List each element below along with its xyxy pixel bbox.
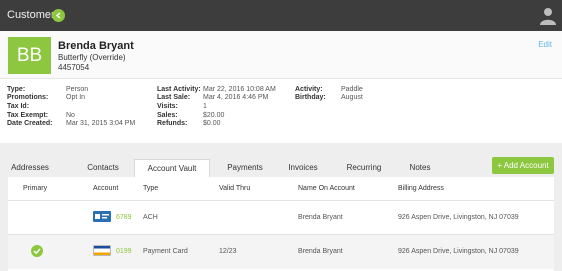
tab-notes[interactable]: Notes xyxy=(400,159,440,177)
account-vault-table: Primary Account Type Valid Thru Name On … xyxy=(8,177,554,271)
tab-payments[interactable]: Payments xyxy=(220,159,270,177)
valid-thru: 12/23 xyxy=(219,248,237,255)
col-type: Type xyxy=(143,185,159,192)
info-label-date-created: Date Created: xyxy=(7,120,53,127)
table-row[interactable]: 0199 Payment Card 12/23 Brenda Bryant 92… xyxy=(8,235,554,269)
info-value-type: Person xyxy=(66,86,89,93)
billing-address: 926 Aspen Drive, Livingston, NJ 07039 xyxy=(398,214,519,221)
info-label-last-sale: Last Sale: xyxy=(157,94,191,101)
info-value-date-created: Mar 31, 2015 3:04 PM xyxy=(66,120,136,127)
info-value-birthday: August xyxy=(341,94,363,101)
top-bar: Customers xyxy=(0,0,562,31)
customer-plan: Butterfly (Override) xyxy=(58,53,126,62)
col-name-on-account: Name On Account xyxy=(298,185,355,192)
tab-addresses[interactable]: Addresses xyxy=(5,159,55,177)
info-label-type: Type: xyxy=(7,86,26,93)
tab-bar: Addresses Contacts Account Vault Payment… xyxy=(0,159,562,177)
info-label-promotions: Promotions: xyxy=(7,94,49,101)
info-value-activity: Paddle xyxy=(341,86,363,93)
info-label-activity: Activity: xyxy=(295,86,323,93)
info-value-last-sale: Mar 4, 2016 4:46 PM xyxy=(203,94,269,101)
info-label-visits: Visits: xyxy=(157,103,178,110)
table-row[interactable]: 6789 ACH Brenda Bryant 926 Aspen Drive, … xyxy=(8,201,554,235)
info-label-tax-exempt: Tax Exempt: xyxy=(7,112,49,119)
tab-account-vault[interactable]: Account Vault xyxy=(134,159,210,177)
back-icon[interactable] xyxy=(52,9,65,22)
info-label-last-activity: Last Activity: xyxy=(157,86,201,93)
customer-header: BB Brenda Bryant Butterfly (Override) 44… xyxy=(0,31,562,79)
tab-contacts[interactable]: Contacts xyxy=(78,159,128,177)
name-on-account: Brenda Bryant xyxy=(298,248,343,255)
tab-invoices[interactable]: Invoices xyxy=(278,159,328,177)
edit-link[interactable]: Edit xyxy=(538,40,552,49)
tab-recurring[interactable]: Recurring xyxy=(338,159,390,177)
customer-name: Brenda Bryant xyxy=(58,40,134,52)
ach-card-icon xyxy=(93,211,111,222)
account-number[interactable]: 0199 xyxy=(116,248,132,255)
info-label-sales: Sales: xyxy=(157,112,178,119)
col-account: Account xyxy=(93,185,119,192)
info-label-tax-id: Tax Id: xyxy=(7,103,30,110)
customer-info: Type: Person Promotions: Opt In Tax Id: … xyxy=(0,79,562,143)
info-value-refunds: $0.00 xyxy=(203,120,221,127)
info-value-last-activity: Mar 22, 2016 10:08 AM xyxy=(203,86,276,93)
visa-card-icon xyxy=(93,245,111,256)
table-header: Primary Account Type Valid Thru Name On … xyxy=(8,177,554,201)
avatar: BB xyxy=(8,37,51,74)
account-type: ACH xyxy=(143,214,158,221)
info-label-refunds: Refunds: xyxy=(157,120,188,127)
info-value-sales: $20.00 xyxy=(203,112,225,119)
col-valid-thru: Valid Thru xyxy=(219,185,251,192)
account-type: Payment Card xyxy=(143,248,188,255)
info-value-visits: 1 xyxy=(203,103,207,110)
info-value-promotions: Opt In xyxy=(66,94,86,101)
info-label-birthday: Birthday: xyxy=(295,94,326,101)
add-account-button[interactable]: + Add Account xyxy=(492,157,554,174)
account-number[interactable]: 6789 xyxy=(116,214,132,221)
customer-id: 4457054 xyxy=(58,63,90,72)
col-billing-address: Billing Address xyxy=(398,185,444,192)
col-primary: Primary xyxy=(23,185,48,192)
name-on-account: Brenda Bryant xyxy=(298,214,343,221)
user-icon[interactable] xyxy=(540,7,556,25)
info-value-tax-exempt: No xyxy=(66,112,75,119)
primary-check-icon xyxy=(31,245,43,257)
billing-address: 926 Aspen Drive, Livingston, NJ 07039 xyxy=(398,248,519,255)
